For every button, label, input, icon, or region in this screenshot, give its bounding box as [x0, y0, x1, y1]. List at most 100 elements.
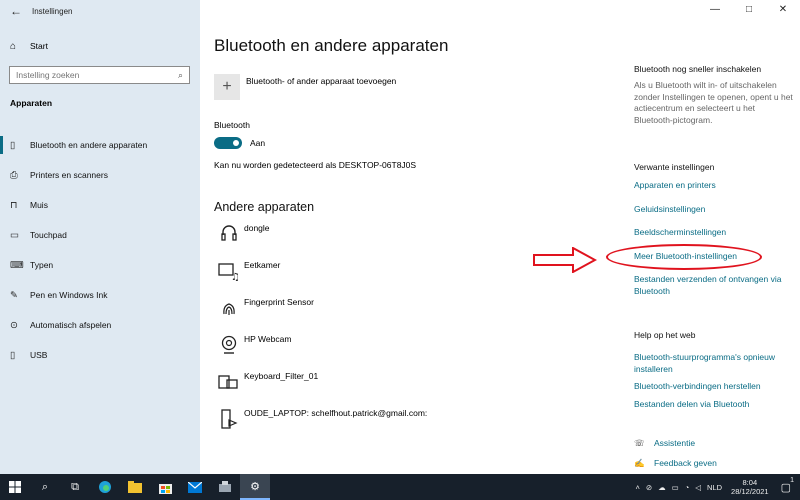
add-device-button[interactable]: + Bluetooth- of ander apparaat toevoegen	[214, 74, 396, 100]
search-icon[interactable]: ⌕	[178, 70, 183, 81]
onedrive-icon[interactable]: ☁	[658, 483, 666, 492]
discoverable-text: Kan nu worden gedetecteerd als DESKTOP-0…	[214, 160, 417, 170]
printer-icon: ⎙	[10, 169, 18, 181]
sidebar-item-autoplay[interactable]: ⊙ Automatisch afspelen	[0, 310, 200, 340]
home-icon: ⌂	[10, 40, 17, 52]
bluetooth-icon: ▯	[10, 139, 16, 151]
sidebar-item-pen[interactable]: ✎ Pen en Windows Ink	[0, 280, 200, 310]
plus-icon: +	[214, 74, 240, 100]
file-explorer-icon[interactable]	[120, 474, 150, 500]
page-title: Bluetooth en andere apparaten	[214, 36, 449, 55]
link-devices-printers[interactable]: Apparaten en printers	[634, 180, 794, 192]
sidebar-item-mouse[interactable]: ⊓ Muis	[0, 190, 200, 220]
annotation-arrow	[533, 247, 597, 273]
sidebar-item-label: Bluetooth en andere apparaten	[30, 140, 148, 150]
battery-icon[interactable]: ▭	[672, 483, 679, 492]
nav-home-label: Start	[30, 41, 48, 51]
device-name: Eetkamer	[244, 260, 281, 270]
list-item[interactable]: Fingerprint Sensor	[214, 296, 514, 333]
list-item[interactable]: ♫ Eetkamer	[214, 259, 514, 296]
autoplay-icon: ⊙	[10, 319, 18, 331]
taskbar: ⌕ ⧉ ⚙ ˄ ⊘ ☁ ▭ ◔ ◁ NLD 8:04 28/12/2021 ▢ …	[0, 474, 800, 500]
back-arrow-icon[interactable]: ←	[0, 4, 32, 18]
link-more-bluetooth-settings[interactable]: Meer Bluetooth-instellingen	[634, 251, 794, 263]
search-input[interactable]	[16, 70, 166, 80]
link-share-files[interactable]: Bestanden delen via Bluetooth	[634, 399, 794, 411]
network-icon[interactable]: ◔	[685, 483, 690, 492]
fingerprint-icon	[214, 296, 244, 320]
sidebar-item-label: Printers en scanners	[30, 170, 108, 180]
pen-icon: ✎	[10, 289, 18, 301]
settings-search[interactable]: ⌕	[9, 66, 190, 84]
language-indicator[interactable]: NLD	[707, 483, 722, 492]
app-icon[interactable]	[210, 474, 240, 500]
quick-enable-title: Bluetooth nog sneller inschakelen	[634, 64, 762, 74]
device-name: HP Webcam	[244, 334, 292, 344]
feedback-icon: ✍	[634, 457, 645, 468]
clock-date: 28/12/2021	[731, 487, 769, 496]
device-name: OUDE_LAPTOP: schelfhout.patrick@gmail.co…	[244, 408, 428, 418]
quick-enable-section: Bluetooth nog sneller inschakelen Als u …	[634, 64, 794, 126]
link-send-receive-files[interactable]: Bestanden verzenden of ontvangen via Blu…	[634, 274, 794, 297]
generic-device-icon	[214, 370, 244, 394]
mail-icon[interactable]	[180, 474, 210, 500]
sidebar: ← Instellingen ⌂ Start ⌕ Apparaten ▯ Blu…	[0, 0, 200, 474]
window-controls: — □ ✕	[698, 0, 800, 22]
assist-link[interactable]: ☏ Assistentie	[634, 438, 794, 450]
start-icon[interactable]	[0, 474, 30, 500]
main-panel: — □ ✕ Bluetooth en andere apparaten + Bl…	[200, 0, 800, 474]
usb-icon: ▯	[10, 349, 16, 361]
task-view-icon[interactable]: ⧉	[60, 474, 90, 500]
notification-icon[interactable]: ▢ 1	[778, 477, 794, 494]
search-icon[interactable]: ⌕	[30, 474, 60, 500]
app-title: Instellingen	[32, 6, 73, 16]
other-devices-title: Andere apparaten	[214, 200, 315, 214]
sidebar-item-typing[interactable]: ⌨ Typen	[0, 250, 200, 280]
edge-icon[interactable]	[90, 474, 120, 500]
nav-home[interactable]: ⌂ Start	[10, 38, 48, 54]
sidebar-item-label: Automatisch afspelen	[30, 320, 112, 330]
list-item[interactable]: dongle	[214, 222, 514, 259]
help-section: Help op het web Bluetooth-stuurprogramma…	[634, 330, 794, 410]
quick-enable-text: Als u Bluetooth wilt in- of uitschakelen…	[634, 80, 793, 125]
list-item[interactable]: OUDE_LAPTOP: schelfhout.patrick@gmail.co…	[214, 407, 514, 444]
bluetooth-toggle[interactable]	[214, 137, 242, 149]
minimize-icon[interactable]: —	[698, 0, 732, 22]
sidebar-item-usb[interactable]: ▯ USB	[0, 340, 200, 370]
sidebar-item-touchpad[interactable]: ▭ Touchpad	[0, 220, 200, 250]
list-item[interactable]: Keyboard_Filter_01	[214, 370, 514, 407]
store-icon[interactable]	[150, 474, 180, 500]
support-section: ☏ Assistentie ✍ Feedback geven	[634, 438, 794, 469]
sidebar-item-printers[interactable]: ⎙ Printers en scanners	[0, 160, 200, 190]
device-name: Fingerprint Sensor	[244, 297, 314, 307]
link-reinstall-drivers[interactable]: Bluetooth-stuurprogramma's opnieuw insta…	[634, 352, 794, 375]
system-tray: ˄ ⊘ ☁ ▭ ◔ ◁ NLD 8:04 28/12/2021 ▢ 1	[632, 474, 800, 500]
chevron-up-icon[interactable]: ˄	[635, 483, 639, 492]
chat-icon: ☏	[634, 438, 645, 448]
feedback-label: Feedback geven	[654, 457, 717, 468]
volume-icon[interactable]: ◁	[695, 483, 701, 492]
sidebar-item-bluetooth[interactable]: ▯ Bluetooth en andere apparaten	[0, 130, 200, 160]
link-fix-connections[interactable]: Bluetooth-verbindingen herstellen	[634, 381, 794, 393]
pen-workspace-icon[interactable]: ⊘	[646, 483, 652, 492]
link-sound-settings[interactable]: Geluidsinstellingen	[634, 204, 794, 216]
related-settings-section: Verwante instellingen Apparaten en print…	[634, 162, 794, 297]
mouse-icon: ⊓	[10, 199, 18, 211]
media-device-icon: ♫	[214, 259, 244, 283]
list-item[interactable]: HP Webcam	[214, 333, 514, 370]
bluetooth-toggle-row: Aan	[214, 137, 265, 149]
clock[interactable]: 8:04 28/12/2021	[731, 478, 769, 496]
close-icon[interactable]: ✕	[766, 0, 800, 22]
sidebar-item-label: Muis	[30, 200, 48, 210]
notification-count: 1	[790, 476, 794, 484]
headset-icon	[214, 222, 244, 246]
sidebar-item-label: Pen en Windows Ink	[30, 290, 108, 300]
settings-icon[interactable]: ⚙	[240, 474, 270, 500]
device-name: dongle	[244, 223, 270, 233]
feedback-link[interactable]: ✍ Feedback geven	[634, 458, 794, 470]
assist-label: Assistentie	[654, 438, 696, 448]
add-device-label: Bluetooth- of ander apparaat toevoegen	[246, 76, 397, 86]
link-display-settings[interactable]: Beeldscherminstellingen	[634, 227, 794, 239]
sidebar-item-label: Touchpad	[30, 230, 67, 240]
maximize-icon[interactable]: □	[732, 0, 766, 22]
